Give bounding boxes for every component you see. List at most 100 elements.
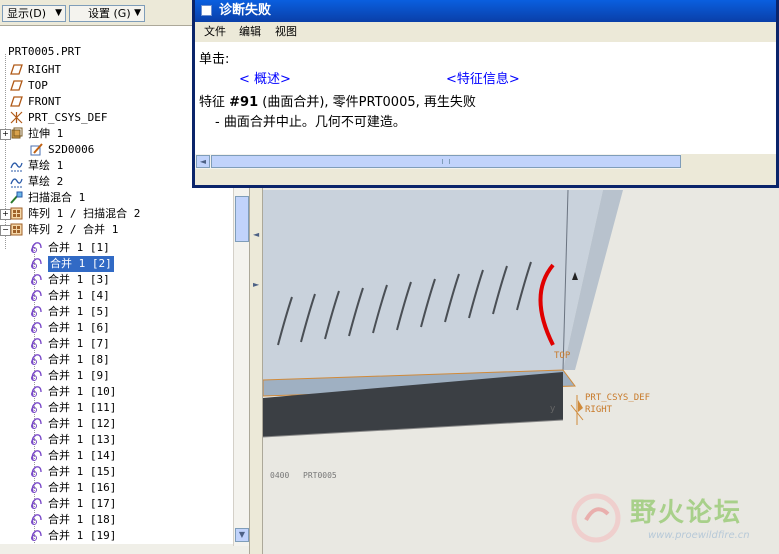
sketch-icon <box>10 162 23 172</box>
tree-item-label: 合并 1 [1] <box>48 241 110 254</box>
coordinate-system-icon <box>10 111 23 124</box>
merge-icon <box>31 258 42 269</box>
tree-item-label: 阵列 1 / 扫描混合 2 <box>28 207 141 220</box>
tree-item-label: 合并 1 [15] <box>48 465 117 478</box>
merge-icon <box>31 322 42 333</box>
dialog-menubar: 文件 编辑 视图 <box>195 22 776 42</box>
tree-item-label: 合并 1 [4] <box>48 289 110 302</box>
feature-info-link[interactable]: <特征信息> <box>446 68 520 87</box>
tree-item-label: 扫描混合 1 <box>28 191 86 204</box>
datum-label-top[interactable]: TOP <box>554 351 571 361</box>
merge-icon <box>31 482 42 493</box>
merge-icon <box>31 450 42 461</box>
scroll-thumb[interactable] <box>235 196 249 242</box>
tree-item-label: PRT0005.PRT <box>8 45 81 58</box>
datum-label-right[interactable]: RIGHT <box>585 405 613 415</box>
tree-item-label: 阵列 2 / 合并 1 <box>28 223 119 236</box>
pattern-icon <box>10 223 23 236</box>
chevron-down-icon: ▼ <box>134 8 141 18</box>
tree-item-label: 合并 1 [8] <box>48 353 110 366</box>
watermark-logo-icon <box>571 493 621 543</box>
merge-icon <box>31 418 42 429</box>
merge-icon <box>31 402 42 413</box>
merge-icon <box>31 434 42 445</box>
tree-item-label: PRT_CSYS_DEF <box>28 111 108 124</box>
merge-icon <box>31 242 42 253</box>
dialog-horizontal-scrollbar[interactable]: ◄ <box>195 154 681 169</box>
show-menu-button[interactable]: 显示(D) ▼ <box>2 5 66 22</box>
watermark-url: www.proewildfire.cn <box>648 530 750 541</box>
merge-icon <box>31 386 42 397</box>
tree-item-label: 合并 1 [19] <box>48 529 117 542</box>
dialog-titlebar[interactable]: 诊断失败 <box>195 0 776 22</box>
menu-edit[interactable]: 编辑 <box>239 22 261 42</box>
scroll-down-arrow-icon[interactable]: ▼ <box>235 528 249 542</box>
internal-sketch-icon <box>30 143 43 156</box>
tree-item-label: RIGHT <box>28 63 62 76</box>
tree-item-label: 草绘 1 <box>28 159 64 172</box>
expand-right-arrow-icon[interactable]: ► <box>253 280 259 289</box>
chevron-down-icon: ▼ <box>55 8 62 18</box>
model-prefix-label: 0400 <box>270 471 289 480</box>
diagnostic-dialog: 诊断失败 文件 编辑 视图 单击: < 概述> <特征信息> 特征 #91 (曲… <box>192 0 779 188</box>
menu-file[interactable]: 文件 <box>204 22 226 42</box>
message-prefix: 特征 <box>199 95 230 110</box>
merge-icon <box>31 290 42 301</box>
scroll-thumb[interactable] <box>211 155 681 168</box>
model-name-label: PRT0005 <box>303 471 337 480</box>
tree-item-label: TOP <box>28 79 48 92</box>
extrude-icon <box>11 127 23 139</box>
tree-item-label: 合并 1 [13] <box>48 433 117 446</box>
tree-item-label: 合并 1 [12] <box>48 417 117 430</box>
pattern-icon <box>10 207 23 220</box>
merge-icon <box>31 466 42 477</box>
merge-icon <box>31 306 42 317</box>
merge-icon <box>31 370 42 381</box>
sketch-icon <box>10 178 23 188</box>
csys-triad-icon <box>570 395 584 425</box>
merge-icon <box>31 354 42 365</box>
message-rest: (曲面合并), 零件PRT0005, 再生失败 <box>258 95 476 110</box>
datum-plane-icon <box>10 80 23 91</box>
tree-item-label: 合并 1 [7] <box>48 337 110 350</box>
tree-item-label: 合并 1 [11] <box>48 401 117 414</box>
show-label: 显示 <box>7 7 29 20</box>
tree-item-label: 合并 1 [5] <box>48 305 110 318</box>
dialog-title: 诊断失败 <box>219 3 272 18</box>
tree-item-label: 合并 1 [10] <box>48 385 117 398</box>
tree-item-label: 草绘 2 <box>28 175 64 188</box>
merge-icon <box>31 530 42 541</box>
menu-view[interactable]: 视图 <box>275 22 297 42</box>
forum-watermark: 野火论坛 www.proewildfire.cn <box>568 490 778 550</box>
tree-item-label: 合并 1 [2] <box>48 256 114 272</box>
tree-item-label: 合并 1 [14] <box>48 449 117 462</box>
tree-item-label: 合并 1 [18] <box>48 513 117 526</box>
window-icon <box>201 5 212 16</box>
show-key: (D) <box>29 7 47 20</box>
failure-detail: - 曲面合并中止。几何不可建造。 <box>215 115 406 130</box>
part-icon <box>0 45 5 58</box>
tree-item-label: 合并 1 [3] <box>48 273 110 286</box>
settings-label: 设置 <box>88 7 110 20</box>
merge-icon <box>31 498 42 509</box>
svg-text:y: y <box>550 404 556 414</box>
watermark-text: 野火论坛 <box>630 498 743 528</box>
merge-icon <box>31 338 42 349</box>
datum-label-csys[interactable]: PRT_CSYS_DEF <box>585 393 650 403</box>
feature-number: #91 <box>229 95 259 110</box>
tree-item-label: 合并 1 [17] <box>48 497 117 510</box>
datum-plane-icon <box>10 96 23 107</box>
scroll-left-arrow-icon[interactable]: ◄ <box>196 155 210 168</box>
tree-item-label: 合并 1 [6] <box>48 321 110 334</box>
merge-icon <box>31 274 42 285</box>
collapse-left-arrow-icon[interactable]: ◄ <box>253 230 259 239</box>
tree-item-label: FRONT <box>28 95 62 108</box>
datum-plane-icon <box>10 64 23 75</box>
merge-icon <box>31 514 42 525</box>
swept-blend-icon <box>10 191 23 204</box>
click-label: 单击: <box>199 52 230 67</box>
tree-item-label: 合并 1 [16] <box>48 481 117 494</box>
tree-item-label: 拉伸 1 <box>28 127 64 140</box>
settings-menu-button[interactable]: 设置 (G) ▼ <box>69 5 145 22</box>
overview-link[interactable]: < 概述> <box>239 68 291 87</box>
